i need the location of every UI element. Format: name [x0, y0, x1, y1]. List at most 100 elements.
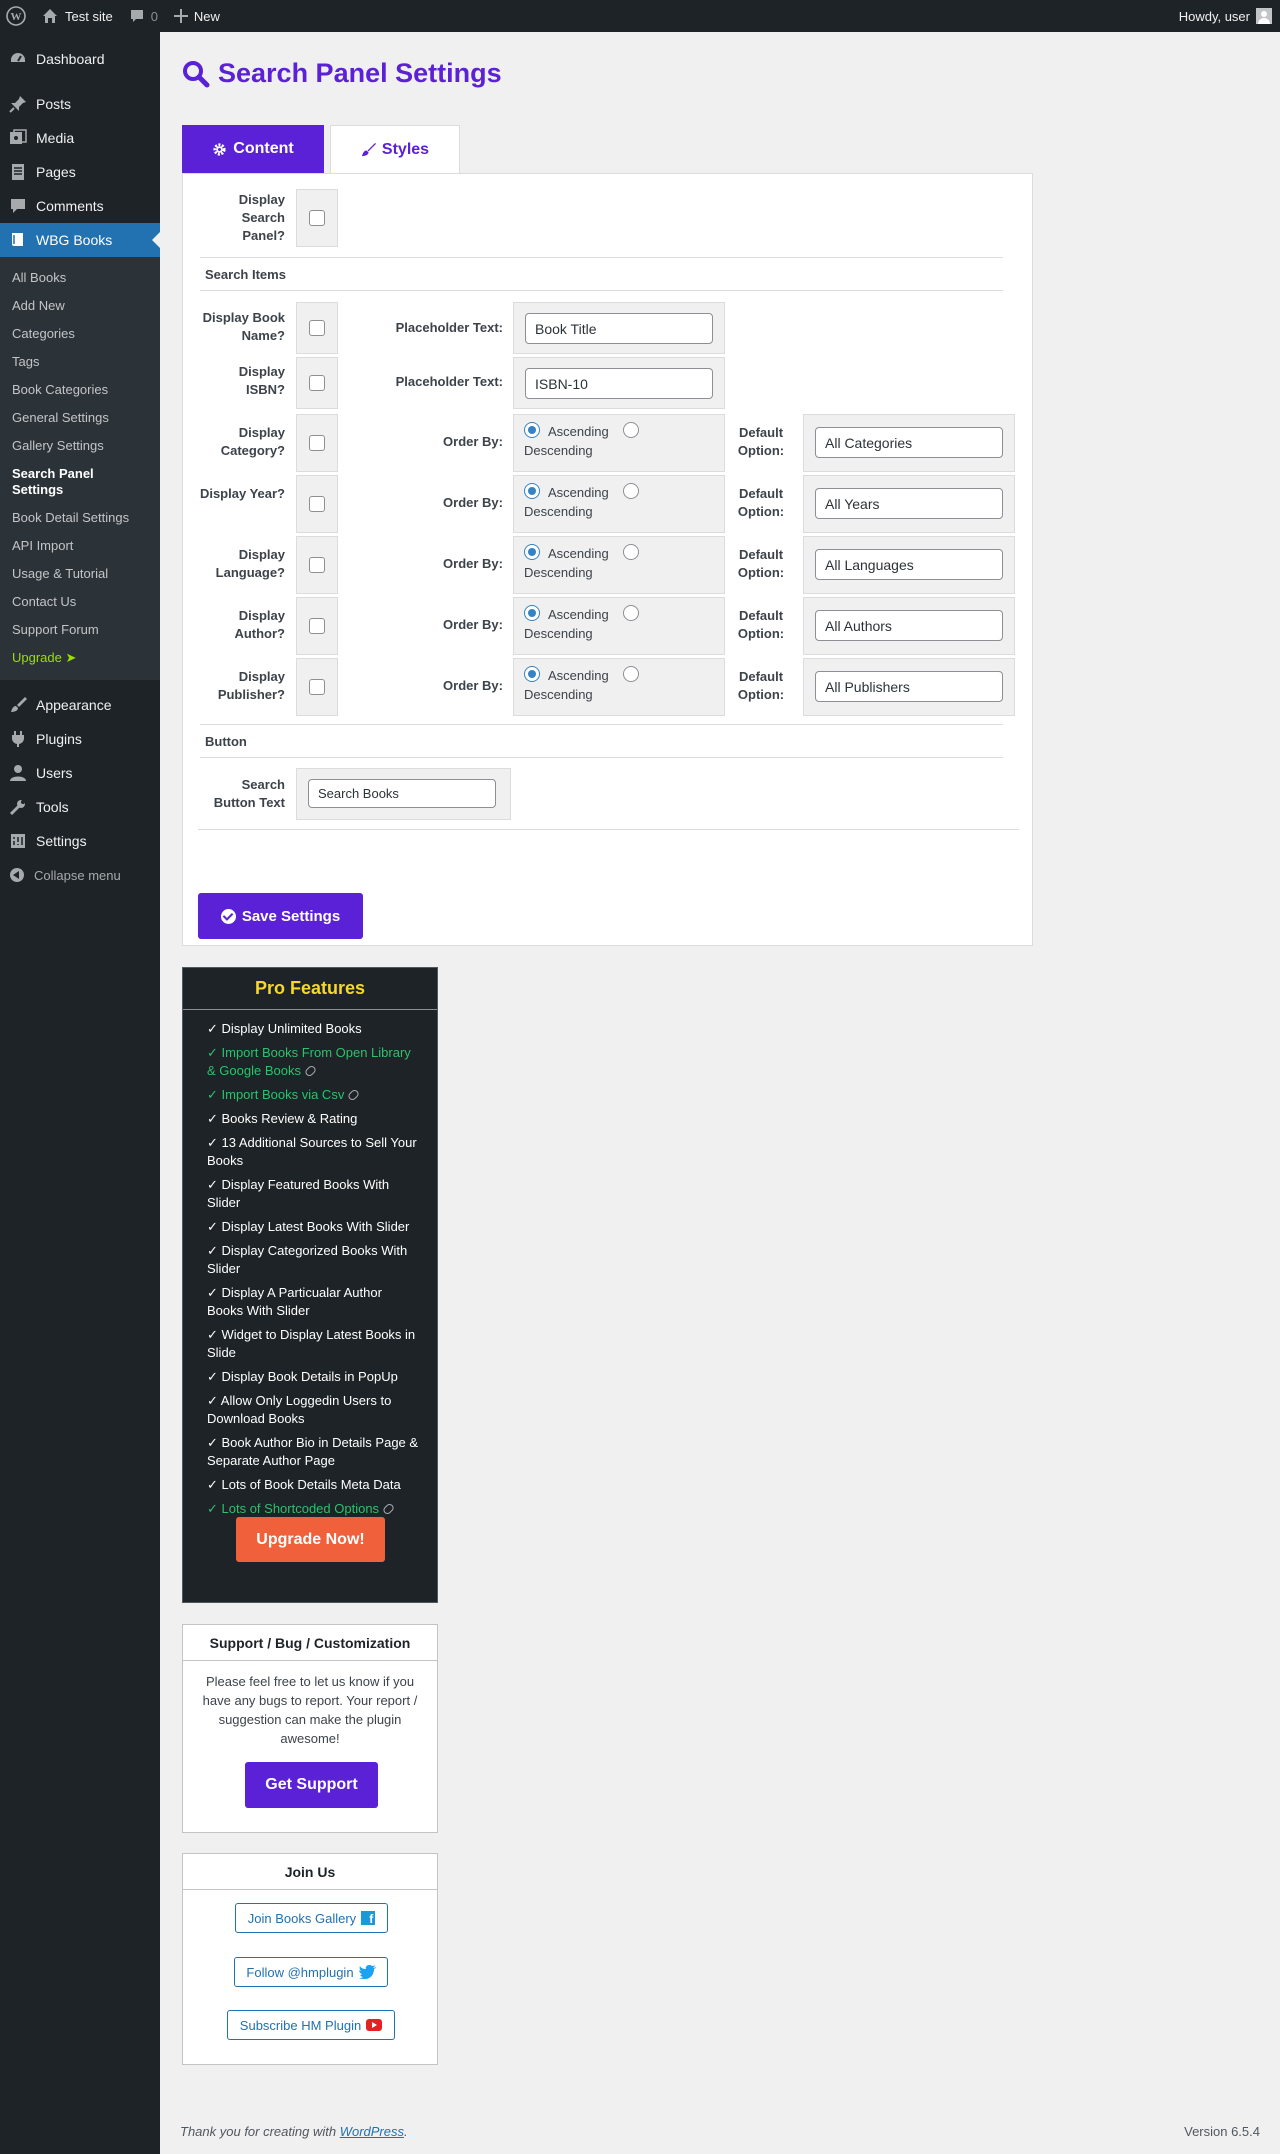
footer-thanks-text: Thank you for creating with: [180, 2124, 340, 2139]
ascending-radio[interactable]: [524, 483, 540, 499]
pro-feature-text: ✓ Widget to Display Latest Books in Slid…: [207, 1327, 416, 1360]
book-name-placeholder-input[interactable]: [525, 313, 713, 344]
wbg-books-submenu: All Books Add New Categories Tags Book C…: [0, 257, 160, 680]
new-content-link[interactable]: New: [166, 0, 228, 32]
get-support-button[interactable]: Get Support: [245, 1762, 378, 1808]
default-option-input[interactable]: [815, 549, 1003, 580]
site-name-link[interactable]: Test site: [34, 0, 121, 32]
plugin-icon: [8, 729, 28, 749]
submenu-tags[interactable]: Tags: [0, 348, 160, 376]
isbn-placeholder-cell: [513, 357, 725, 409]
footer-thanks-period: .: [404, 2124, 408, 2139]
pro-feature-item[interactable]: ✓ Lots of Shortcoded Options: [207, 1500, 419, 1518]
collapse-label: Collapse menu: [34, 867, 121, 883]
submenu-add-new[interactable]: Add New: [0, 292, 160, 320]
order-by-label: Order By:: [443, 678, 503, 693]
upgrade-now-button[interactable]: Upgrade Now!: [236, 1517, 385, 1562]
display-book-name-checkbox[interactable]: [309, 320, 325, 336]
default-option-label: Default Option:: [737, 608, 785, 641]
display-field-checkbox[interactable]: [309, 618, 325, 634]
display-field-label: Display Year?: [199, 486, 285, 501]
descending-radio[interactable]: [623, 483, 639, 499]
support-card: Support / Bug / Customization Please fee…: [182, 1624, 438, 1833]
menu-dashboard[interactable]: Dashboard: [0, 42, 160, 76]
display-isbn-checkbox[interactable]: [309, 375, 325, 391]
submenu-contact-us[interactable]: Contact Us: [0, 588, 160, 616]
default-option-cell: [803, 475, 1015, 533]
ascending-radio[interactable]: [524, 666, 540, 682]
default-option-input[interactable]: [815, 488, 1003, 519]
menu-comments[interactable]: Comments: [0, 189, 160, 223]
submenu-usage-tutorial[interactable]: Usage & Tutorial: [0, 560, 160, 588]
settings-tabs: Content Styles: [182, 125, 460, 173]
ascending-radio[interactable]: [524, 422, 540, 438]
menu-wbg-books[interactable]: WBG Books: [0, 223, 160, 257]
search-button-text-label: Search Button Text: [213, 777, 285, 810]
default-option-input[interactable]: [815, 610, 1003, 641]
submenu-book-categories[interactable]: Book Categories: [0, 376, 160, 404]
submenu-general-settings[interactable]: General Settings: [0, 404, 160, 432]
pro-feature-item[interactable]: ✓ Import Books via Csv: [207, 1086, 419, 1104]
pro-feature-item: ✓ 13 Additional Sources to Sell Your Boo…: [207, 1134, 419, 1170]
tab-styles-label: Styles: [381, 140, 430, 158]
twitter-link[interactable]: Follow @hmplugin: [234, 1957, 388, 1987]
submenu-search-panel-settings[interactable]: Search Panel Settings: [0, 460, 110, 504]
submenu-api-import[interactable]: API Import: [0, 532, 160, 560]
link-icon: [347, 1088, 361, 1102]
descending-label: Descending: [524, 626, 593, 641]
wordpress-logo-icon[interactable]: W: [0, 0, 34, 32]
submenu-support-forum[interactable]: Support Forum: [0, 616, 160, 644]
join-us-card: Join Us Join Books Gallery f Follow @hmp…: [182, 1853, 438, 2065]
menu-users[interactable]: Users: [0, 756, 160, 790]
ascending-radio[interactable]: [524, 544, 540, 560]
account-menu[interactable]: Howdy, user: [1171, 0, 1280, 32]
descending-radio[interactable]: [623, 422, 639, 438]
isbn-placeholder-input[interactable]: [525, 368, 713, 399]
submenu-categories[interactable]: Categories: [0, 320, 160, 348]
default-option-input[interactable]: [815, 427, 1003, 458]
youtube-link[interactable]: Subscribe HM Plugin: [227, 2010, 395, 2040]
media-icon: [8, 128, 28, 148]
comments-link[interactable]: 0: [121, 0, 166, 32]
display-field-checkbox[interactable]: [309, 679, 325, 695]
submenu-all-books[interactable]: All Books: [0, 264, 160, 292]
menu-tools[interactable]: Tools: [0, 790, 160, 824]
descending-radio[interactable]: [623, 666, 639, 682]
divider: [200, 257, 1003, 258]
display-field-checkbox[interactable]: [309, 557, 325, 573]
menu-pages[interactable]: Pages: [0, 155, 160, 189]
descending-radio[interactable]: [623, 544, 639, 560]
menu-appearance[interactable]: Appearance: [0, 688, 160, 722]
default-option-cell: [803, 536, 1015, 594]
search-button-text-input[interactable]: [308, 779, 496, 808]
display-field-checkbox[interactable]: [309, 435, 325, 451]
menu-media[interactable]: Media: [0, 121, 160, 155]
facebook-link[interactable]: Join Books Gallery f: [235, 1903, 388, 1933]
menu-posts[interactable]: Posts: [0, 87, 160, 121]
submenu-upgrade[interactable]: Upgrade ➤: [0, 644, 160, 672]
submenu-gallery-settings[interactable]: Gallery Settings: [0, 432, 160, 460]
tab-styles[interactable]: Styles: [330, 125, 460, 173]
tab-content[interactable]: Content: [182, 125, 324, 173]
pro-feature-text: ✓ Allow Only Loggedin Users to Download …: [207, 1393, 392, 1426]
menu-settings[interactable]: Settings: [0, 824, 160, 858]
descending-radio[interactable]: [623, 605, 639, 621]
pro-feature-text: ✓ Lots of Shortcoded Options: [207, 1501, 380, 1516]
submenu-book-detail-settings[interactable]: Book Detail Settings: [0, 504, 160, 532]
display-search-panel-checkbox[interactable]: [309, 210, 325, 226]
pro-feature-item[interactable]: ✓ Import Books From Open Library & Googl…: [207, 1044, 419, 1080]
pro-features-box: Pro Features ✓ Display Unlimited Books ✓ …: [182, 967, 438, 1603]
menu-plugins[interactable]: Plugins: [0, 722, 160, 756]
display-field-checkbox[interactable]: [309, 496, 325, 512]
pro-feature-text: ✓ Display Featured Books With Slider: [207, 1177, 390, 1210]
ascending-radio[interactable]: [524, 605, 540, 621]
divider: [200, 724, 1003, 725]
wordpress-link[interactable]: WordPress: [340, 2124, 404, 2139]
avatar: [1256, 8, 1272, 24]
default-option-input[interactable]: [815, 671, 1003, 702]
new-label: New: [193, 8, 220, 24]
menu-label: Settings: [36, 833, 87, 849]
save-settings-button[interactable]: Save Settings: [198, 893, 363, 939]
collapse-menu-button[interactable]: Collapse menu: [0, 858, 160, 892]
collapse-icon: [10, 868, 24, 882]
